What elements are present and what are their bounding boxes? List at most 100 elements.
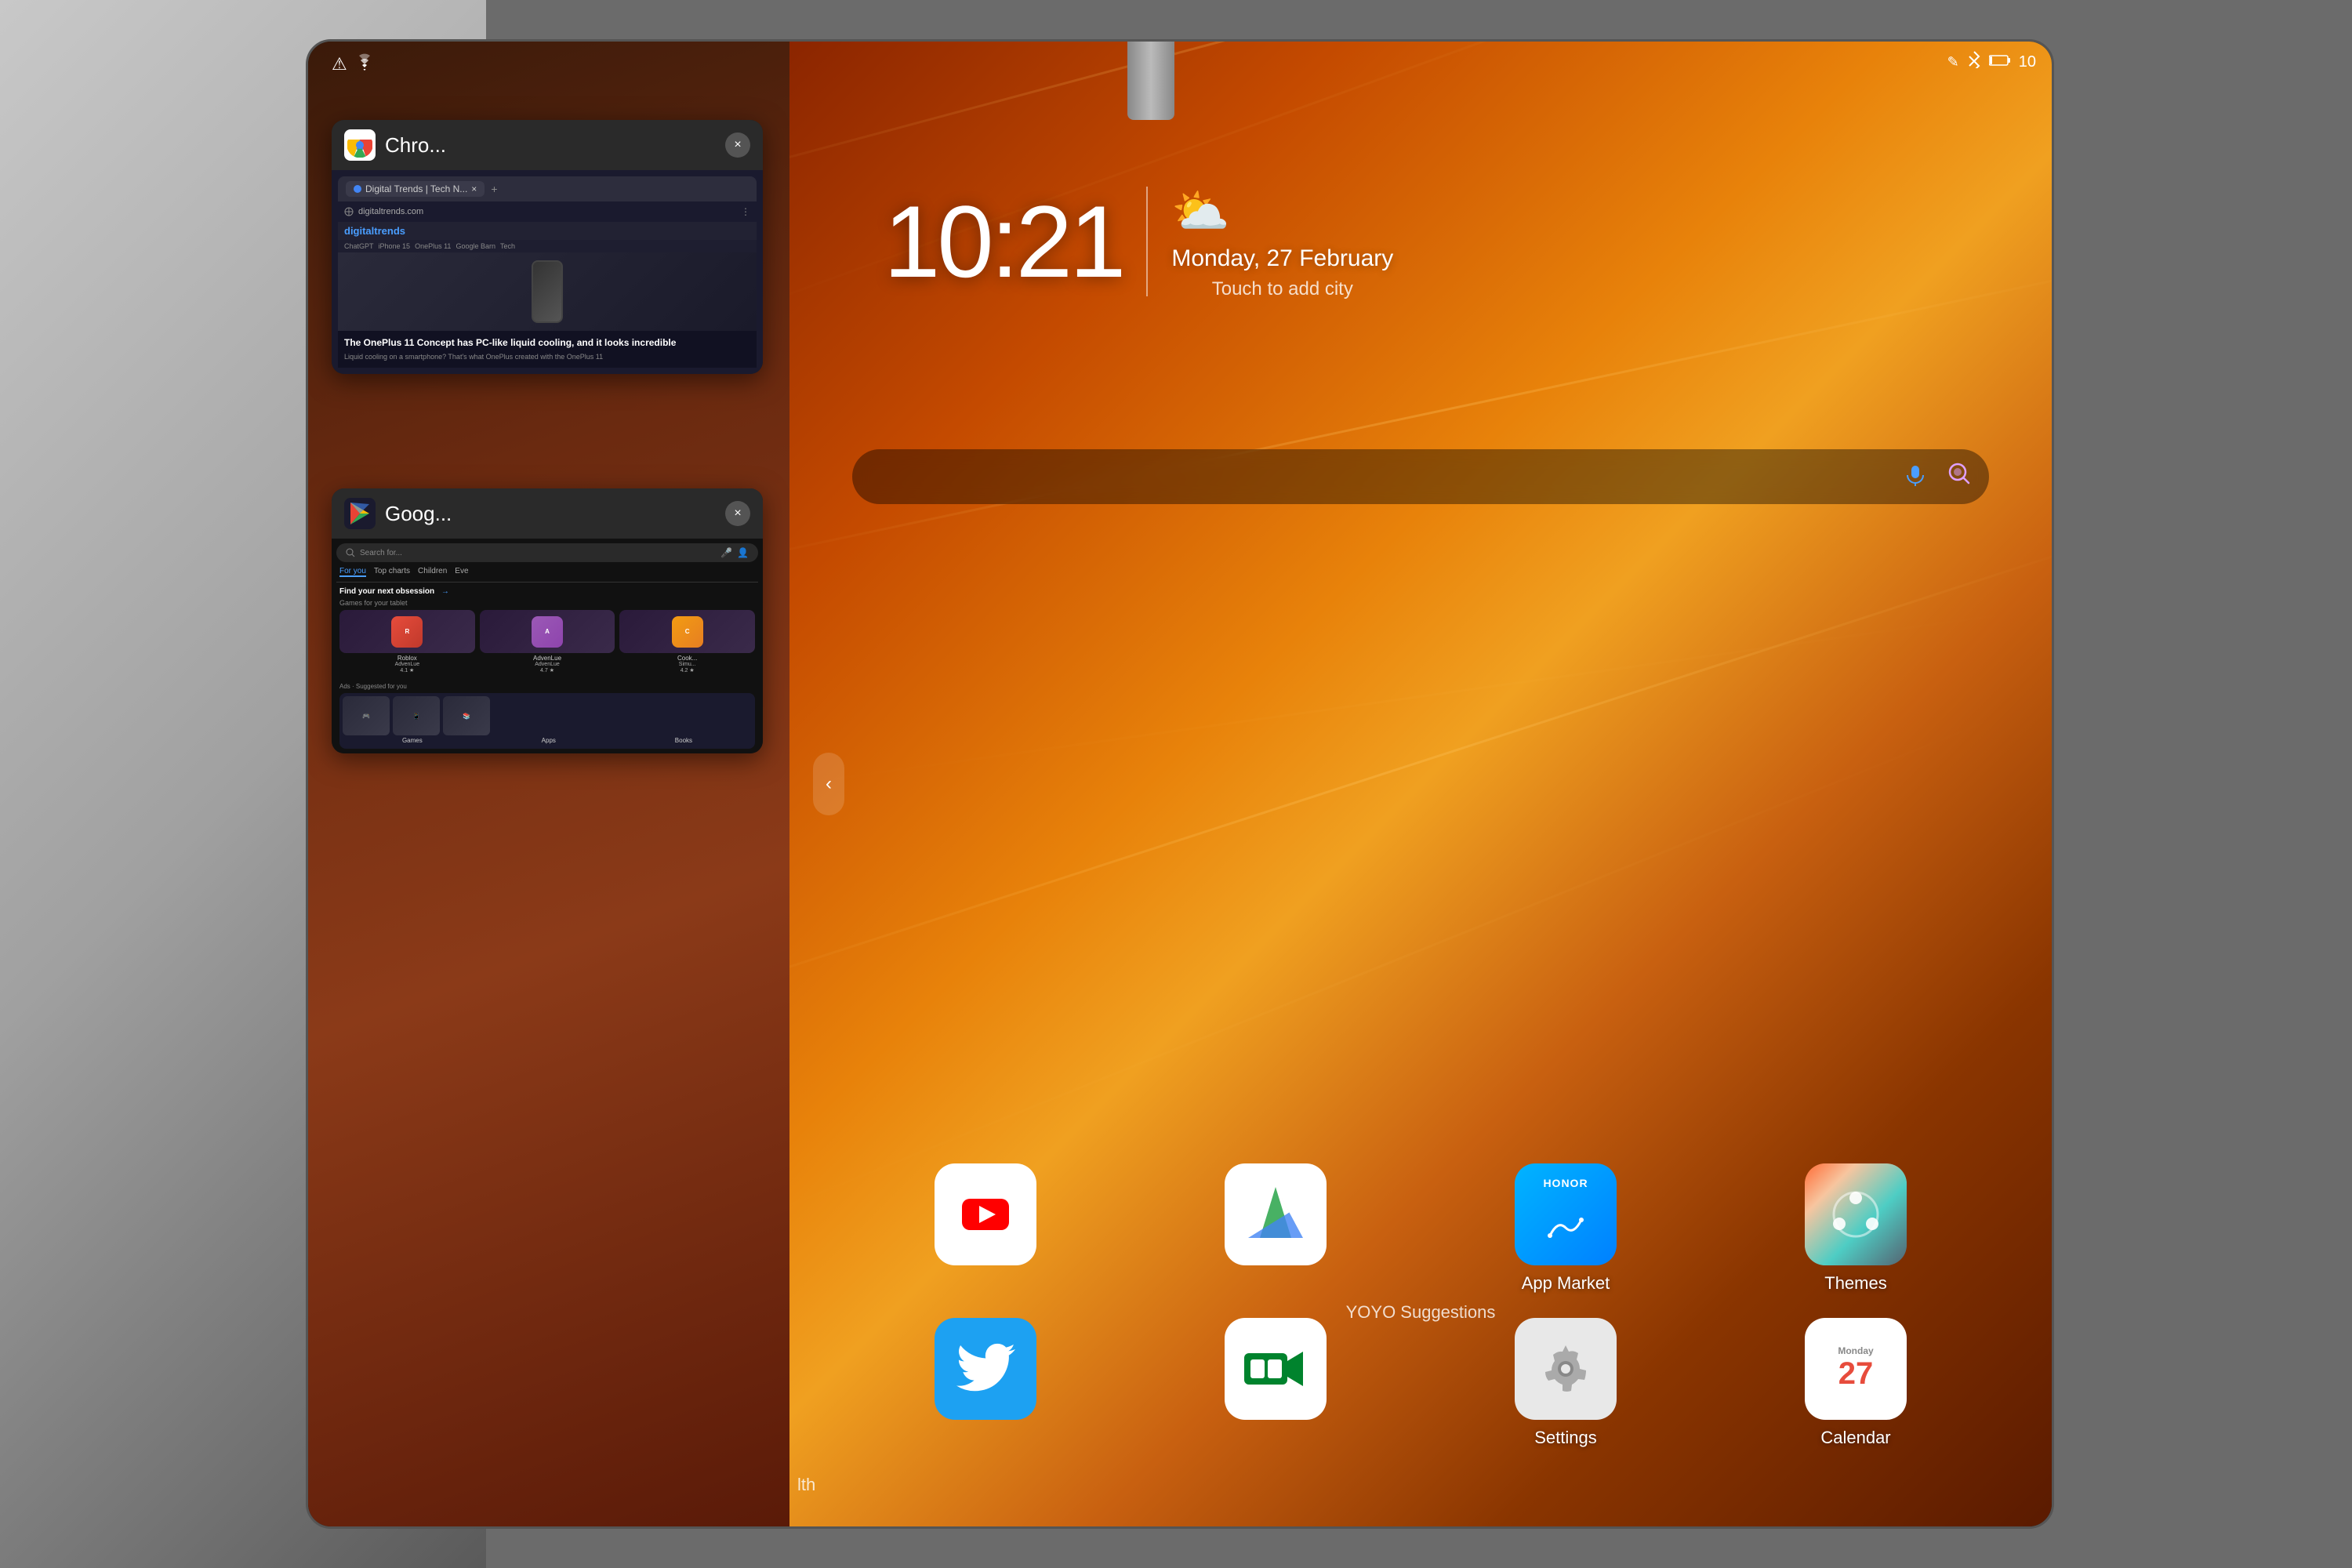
meet-icon bbox=[1225, 1318, 1327, 1420]
gplay-search-bar[interactable]: Search for... 🎤 👤 bbox=[336, 543, 758, 562]
clock-subtext[interactable]: Touch to add city bbox=[1171, 278, 1393, 300]
url-text: digitaltrends.com bbox=[358, 207, 423, 216]
clock-widget[interactable]: 10:21 ⛅ Monday, 27 February Touch to add… bbox=[884, 183, 1393, 300]
gplay-ad-apps[interactable]: 📱 bbox=[393, 696, 440, 735]
gplay-title: Goog... bbox=[385, 502, 716, 526]
site-header: digitaltrends bbox=[338, 222, 757, 240]
status-notification: ✎ bbox=[1947, 54, 1959, 71]
status-bar-right: ✎ 10 bbox=[1947, 51, 2036, 73]
gplay-game-sub-2: AdvenLue bbox=[480, 662, 615, 667]
gplay-section-title: Find your next obsession → bbox=[336, 583, 758, 599]
nav-item[interactable]: OnePlus 11 bbox=[415, 242, 451, 250]
gplay-game-2[interactable]: A AdvenLue AdvenLue 4.7 ★ bbox=[480, 610, 615, 673]
app-item-calendar[interactable]: Monday 27 Calendar bbox=[1722, 1318, 1989, 1448]
gplay-ad-label-games: Games bbox=[402, 737, 423, 744]
weather-icon: ⛅ bbox=[1171, 183, 1393, 239]
site-nav: ChatGPT iPhone 15 OnePlus 11 Google Barn… bbox=[338, 240, 757, 252]
calendar-inner: Monday 27 bbox=[1805, 1318, 1907, 1420]
scene: ⚠ bbox=[0, 0, 2352, 1568]
gplay-tab-eve[interactable]: Eve bbox=[455, 567, 468, 577]
gplay-close-button[interactable]: × bbox=[725, 501, 750, 526]
gplay-ad-label-books: Books bbox=[675, 737, 692, 744]
gplay-game-rating-roblox: AdvenLue bbox=[339, 662, 475, 667]
gplay-game-name-3: Cook... bbox=[619, 655, 755, 662]
gplay-ad-labels: Games Apps Books bbox=[343, 735, 752, 746]
nav-item[interactable]: ChatGPT bbox=[344, 242, 374, 250]
chrome-window: Chro... × Digital Trends | Tech N... × + bbox=[332, 120, 763, 374]
gplay-game-roblox[interactable]: R Roblox AdvenLue 4.1 ★ bbox=[339, 610, 475, 673]
app-item-settings[interactable]: Settings bbox=[1432, 1318, 1699, 1448]
search-mic-icon[interactable] bbox=[1901, 459, 1929, 495]
tab-label: Digital Trends | Tech N... bbox=[365, 183, 467, 194]
gplay-game-score-2: 4.7 ★ bbox=[480, 667, 615, 673]
notification-icon: ⚠ bbox=[332, 54, 347, 74]
gplay-app-icon bbox=[344, 498, 376, 529]
panel-arrow[interactable]: ‹ bbox=[813, 753, 844, 815]
url-bar[interactable]: digitaltrends.com ⋮ bbox=[338, 203, 757, 220]
phone-device: ⚠ bbox=[306, 39, 2054, 1529]
new-tab-btn[interactable]: + bbox=[491, 183, 497, 195]
gplay-game-3[interactable]: C Cook... Simu... 4.2 ★ bbox=[619, 610, 755, 673]
calendar-date-number: 27 bbox=[1838, 1356, 1874, 1392]
yoyo-suggestions: YOYO Suggestions bbox=[789, 1302, 2052, 1323]
browser-tab: Digital Trends | Tech N... × bbox=[346, 181, 485, 197]
left-panel: ⚠ bbox=[308, 42, 794, 1526]
app-item-drive[interactable] bbox=[1142, 1163, 1409, 1294]
settings-label: Settings bbox=[1534, 1428, 1597, 1448]
gplay-game-sub-3: Simu... bbox=[619, 662, 755, 667]
chrome-title: Chro... bbox=[385, 133, 716, 158]
app-item-meet[interactable] bbox=[1142, 1318, 1409, 1448]
app-item-themes[interactable]: Themes bbox=[1722, 1163, 1989, 1294]
gplay-game-name-2: AdvenLue bbox=[480, 655, 615, 662]
gplay-account-icon[interactable]: 👤 bbox=[737, 547, 749, 558]
gplay-ad-books[interactable]: 📚 bbox=[443, 696, 490, 735]
gplay-game-img-3: C bbox=[619, 610, 755, 653]
twitter-icon bbox=[935, 1318, 1036, 1420]
appmarket-label: App Market bbox=[1522, 1273, 1610, 1294]
app-item-youtube[interactable] bbox=[852, 1163, 1119, 1294]
search-lens-icon[interactable] bbox=[1945, 459, 1973, 495]
status-bluetooth bbox=[1967, 51, 1981, 73]
gplay-game-score-3: 4.2 ★ bbox=[619, 667, 755, 673]
app-item-appmarket[interactable]: HONOR App Market bbox=[1432, 1163, 1699, 1294]
chrome-close-button[interactable]: × bbox=[725, 132, 750, 158]
url-menu[interactable]: ⋮ bbox=[741, 206, 750, 217]
gplay-ad-games[interactable]: 🎮 bbox=[343, 696, 390, 735]
gplay-tabs: For you Top charts Children Eve bbox=[336, 567, 758, 583]
gplay-tab-children[interactable]: Children bbox=[418, 567, 447, 577]
settings-icon bbox=[1515, 1318, 1617, 1420]
gplay-title-bar: Goog... × bbox=[332, 488, 763, 539]
app-item-twitter[interactable] bbox=[852, 1318, 1119, 1448]
gplay-game-score-roblox: 4.1 ★ bbox=[339, 667, 475, 673]
gplay-mic-icon[interactable]: 🎤 bbox=[720, 547, 732, 558]
phone-hinge bbox=[1127, 42, 1174, 120]
status-battery bbox=[1989, 53, 2011, 71]
clock-time: 10:21 bbox=[884, 183, 1123, 300]
nav-item[interactable]: Google Barn bbox=[456, 242, 495, 250]
gplay-tab-foryou[interactable]: For you bbox=[339, 567, 366, 577]
nav-item[interactable]: iPhone 15 bbox=[379, 242, 411, 250]
gplay-ad-section: 🎮 📱 📚 Games Apps Books bbox=[339, 693, 755, 749]
chrome-title-bar: Chro... × bbox=[332, 120, 763, 170]
health-label: lth bbox=[797, 1475, 815, 1495]
article-content: The OnePlus 11 Concept has PC-like liqui… bbox=[338, 331, 757, 368]
calendar-month-label: Monday bbox=[1838, 1345, 1873, 1356]
chrome-app-icon bbox=[344, 129, 376, 161]
search-bar[interactable] bbox=[852, 449, 1989, 504]
gplay-game-img-roblox: R bbox=[339, 610, 475, 653]
calendar-icon: Monday 27 bbox=[1805, 1318, 1907, 1420]
youtube-icon bbox=[935, 1163, 1036, 1265]
nav-item[interactable]: Tech bbox=[500, 242, 515, 250]
yoyo-label: YOYO Suggestions bbox=[1346, 1302, 1496, 1322]
gplay-game-name-roblox: Roblox bbox=[339, 655, 475, 662]
browser-toolbar: Digital Trends | Tech N... × + bbox=[338, 176, 757, 201]
gplay-arrow[interactable]: → bbox=[441, 587, 449, 596]
wifi-icon bbox=[354, 53, 376, 75]
calendar-label: Calendar bbox=[1820, 1428, 1890, 1448]
themes-label: Themes bbox=[1824, 1273, 1886, 1294]
gplay-tab-topcharts[interactable]: Top charts bbox=[374, 567, 410, 577]
clock-info: ⛅ Monday, 27 February Touch to add city bbox=[1171, 183, 1393, 300]
right-panel: ✎ 10 10:21 bbox=[789, 42, 2052, 1526]
tab-close[interactable]: × bbox=[471, 183, 477, 194]
appmarket-icon: HONOR bbox=[1515, 1163, 1617, 1265]
